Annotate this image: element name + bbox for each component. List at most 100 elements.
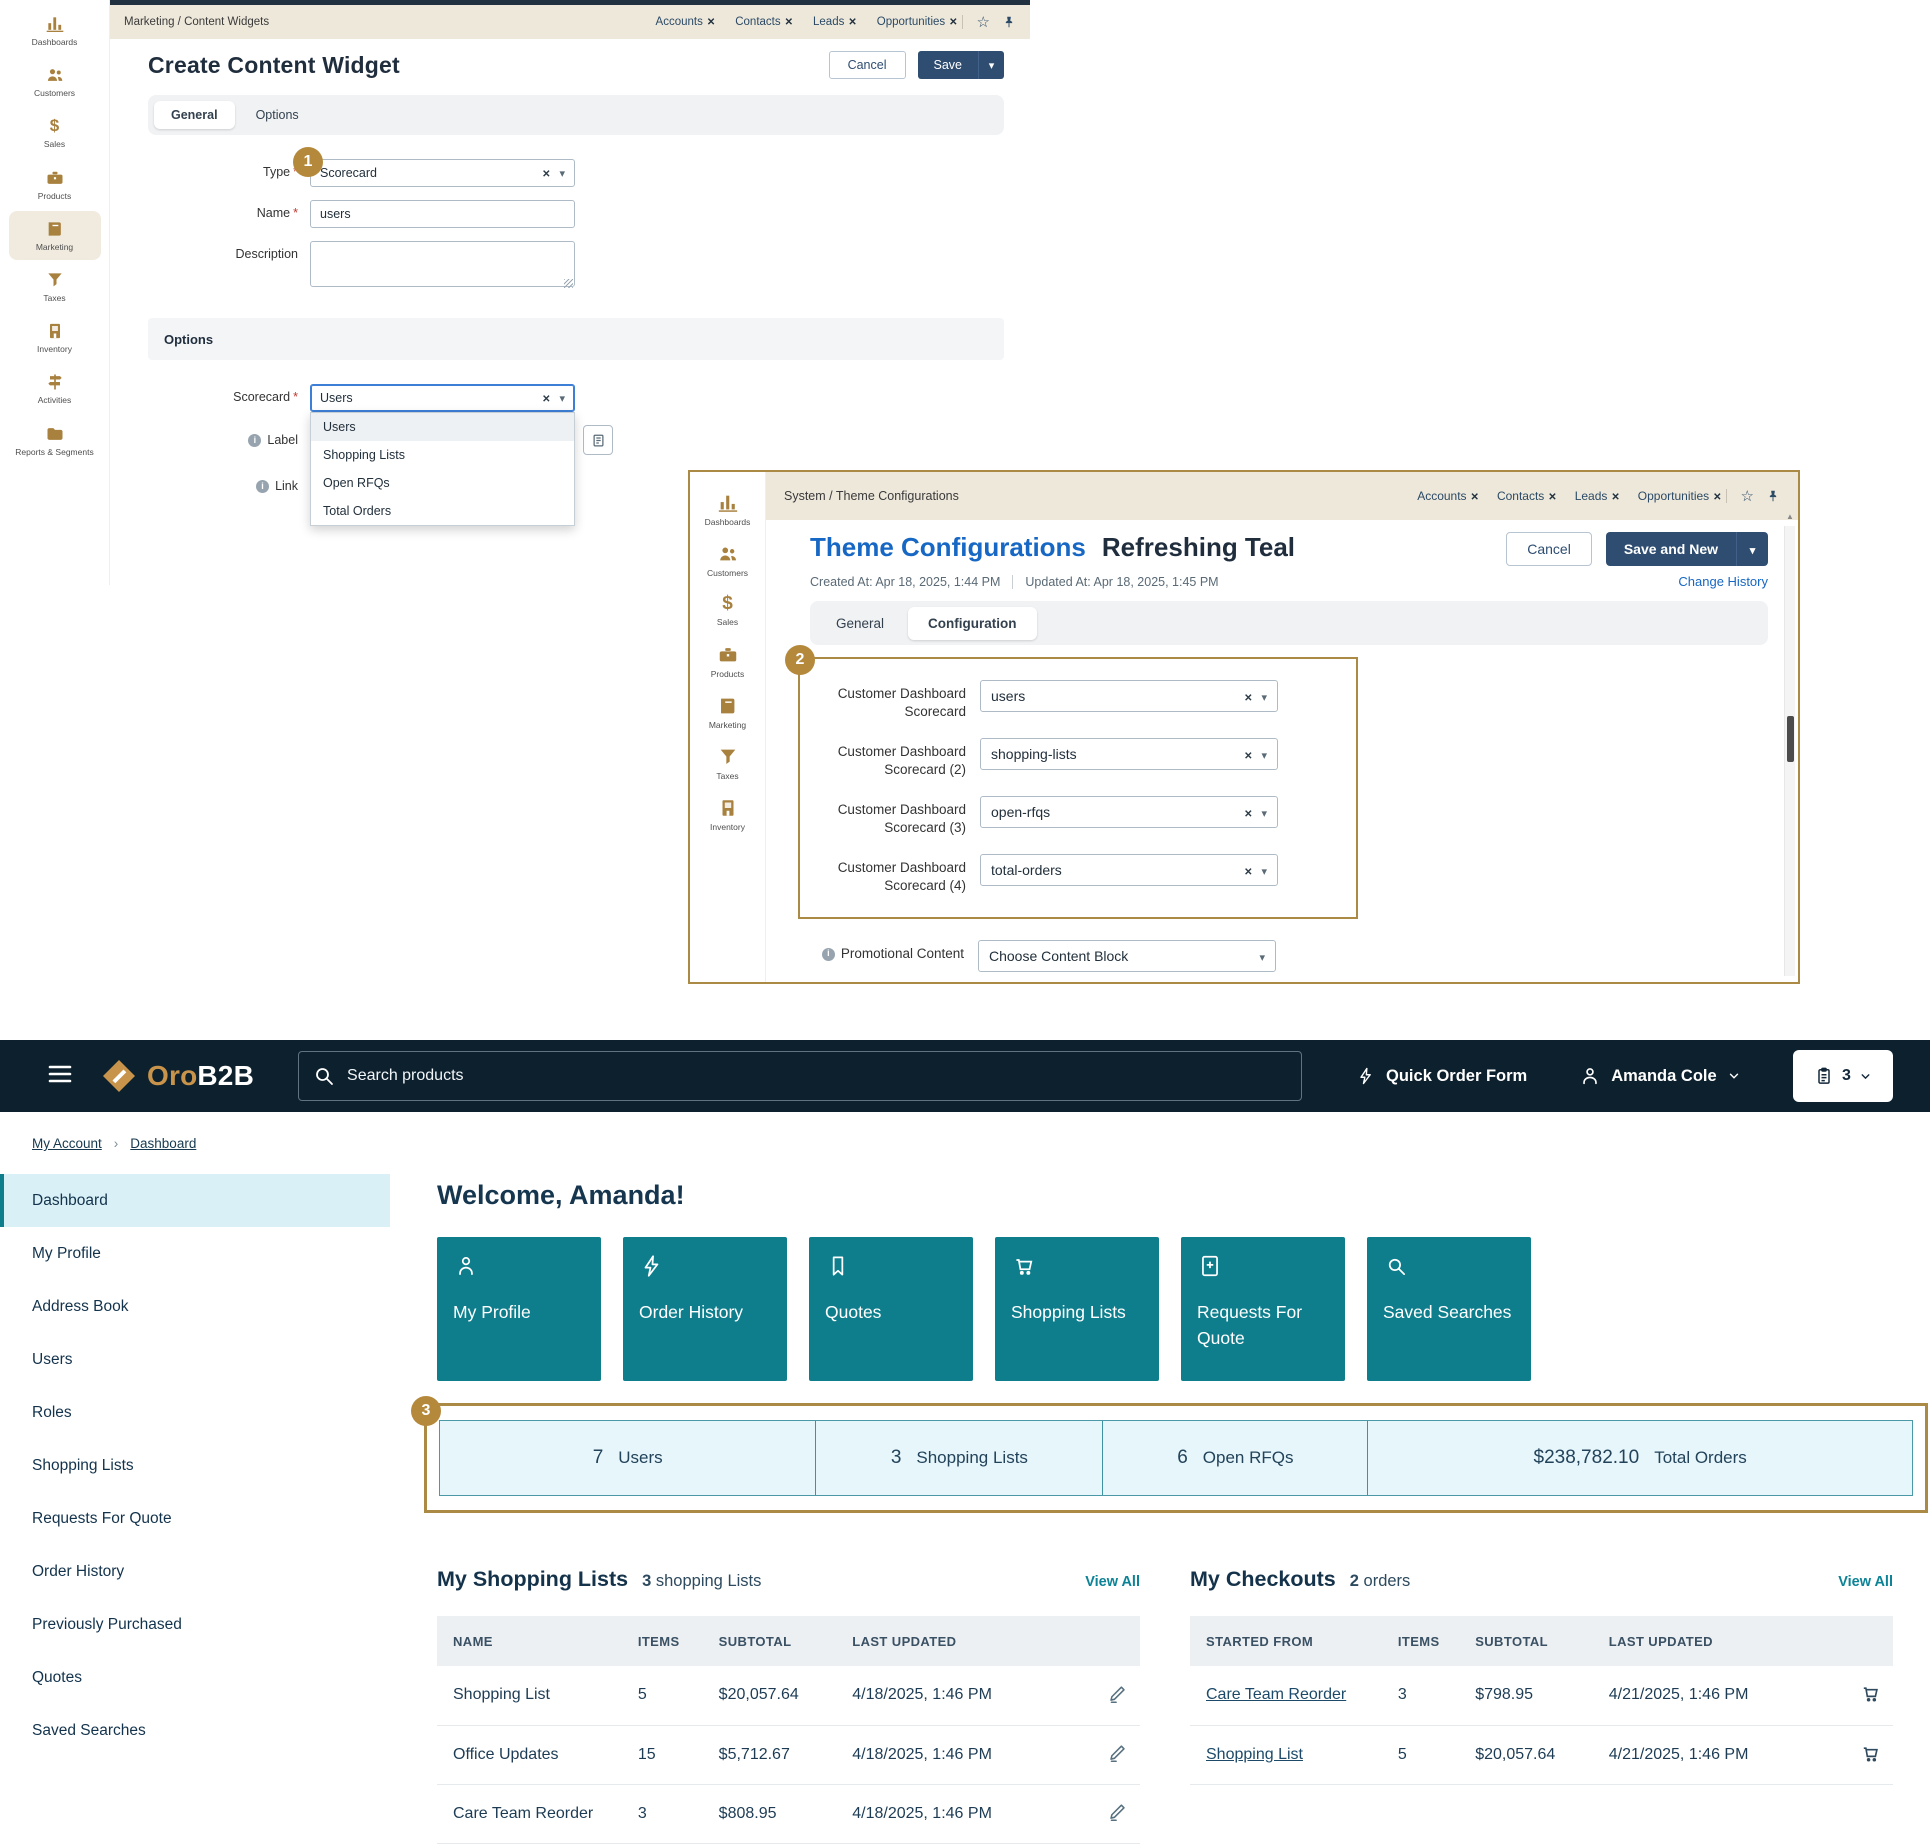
- sidebar-item-quotes[interactable]: Quotes: [0, 1651, 390, 1704]
- sidebar-item-dashboards[interactable]: Dashboards: [693, 488, 763, 531]
- close-icon[interactable]: [785, 16, 793, 28]
- pin-icon[interactable]: [1002, 15, 1016, 29]
- translations-button[interactable]: [583, 425, 613, 455]
- cancel-button[interactable]: Cancel: [1506, 532, 1592, 566]
- sidebar-item-taxes[interactable]: Taxes: [9, 262, 101, 311]
- name-input[interactable]: [310, 200, 575, 228]
- scorecard-2-select[interactable]: shopping-lists: [980, 738, 1278, 770]
- pinbar-item-opportunities[interactable]: Opportunities: [877, 16, 958, 28]
- description-textarea[interactable]: [310, 241, 575, 287]
- pin-icon[interactable]: [1766, 489, 1780, 503]
- dropdown-option-total-orders[interactable]: Total Orders: [311, 497, 574, 525]
- sidebar-item-dashboard[interactable]: Dashboard: [0, 1174, 390, 1227]
- pinbar-item-leads[interactable]: Leads: [813, 16, 857, 28]
- clear-icon[interactable]: [1244, 688, 1252, 704]
- tab-general[interactable]: General: [154, 101, 235, 129]
- clear-icon[interactable]: [542, 391, 550, 405]
- sidebar-item-marketing[interactable]: Marketing: [9, 211, 101, 260]
- sidebar-item-shopping-lists[interactable]: Shopping Lists: [0, 1439, 390, 1492]
- open-checkout-button[interactable]: [1857, 1740, 1884, 1770]
- checkout-link[interactable]: Care Team Reorder: [1206, 1686, 1346, 1703]
- change-history-link[interactable]: Change History: [1678, 574, 1768, 589]
- scroll-up-icon[interactable]: [1786, 512, 1794, 521]
- favorite-star-icon[interactable]: [1741, 487, 1754, 506]
- sidebar-item-customers[interactable]: Customers: [693, 539, 763, 582]
- close-icon[interactable]: [1548, 489, 1556, 503]
- clear-icon[interactable]: [1244, 862, 1252, 878]
- save-dropdown-button[interactable]: [978, 51, 1004, 79]
- sidebar-item-marketing[interactable]: Marketing: [693, 691, 763, 734]
- promotional-content-select[interactable]: Choose Content Block: [978, 940, 1276, 972]
- tab-general[interactable]: General: [816, 607, 904, 640]
- pinbar-item-leads[interactable]: Leads: [1575, 489, 1620, 503]
- breadcrumb-dashboard[interactable]: Dashboard: [130, 1136, 196, 1151]
- search-input[interactable]: [298, 1051, 1302, 1101]
- tile-my-profile[interactable]: My Profile: [437, 1237, 601, 1381]
- type-select[interactable]: Scorecard: [310, 159, 575, 187]
- close-icon[interactable]: [1611, 489, 1619, 503]
- sidebar-item-inventory[interactable]: Inventory: [9, 313, 101, 362]
- tile-quotes[interactable]: Quotes: [809, 1237, 973, 1381]
- sidebar-item-users[interactable]: Users: [0, 1333, 390, 1386]
- sidebar-item-requests-for-quote[interactable]: Requests For Quote: [0, 1492, 390, 1545]
- tile-order-history[interactable]: Order History: [623, 1237, 787, 1381]
- scorecard-1-select[interactable]: users: [980, 680, 1278, 712]
- clear-icon[interactable]: [1244, 804, 1252, 820]
- tile-requests-for-quote[interactable]: Requests For Quote: [1181, 1237, 1345, 1381]
- sidebar-item-my-profile[interactable]: My Profile: [0, 1227, 390, 1280]
- dropdown-option-open-rfqs[interactable]: Open RFQs: [311, 469, 574, 497]
- quick-order-form-link[interactable]: Quick Order Form: [1356, 1066, 1527, 1086]
- pinbar-item-accounts[interactable]: Accounts: [656, 16, 716, 28]
- sidebar-item-previously-purchased[interactable]: Previously Purchased: [0, 1598, 390, 1651]
- tab-configuration[interactable]: Configuration: [908, 607, 1036, 640]
- save-button[interactable]: Save: [918, 51, 979, 79]
- sidebar-item-inventory[interactable]: Inventory: [693, 793, 763, 836]
- sidebar-item-reports-segments[interactable]: Reports & Segments: [9, 416, 101, 465]
- sidebar-item-saved-searches[interactable]: Saved Searches: [0, 1704, 390, 1757]
- sidebar-item-order-history[interactable]: Order History: [0, 1545, 390, 1598]
- resize-handle[interactable]: [564, 279, 573, 288]
- pinbar-item-opportunities[interactable]: Opportunities: [1638, 489, 1722, 503]
- scrollbar[interactable]: [1784, 526, 1795, 976]
- user-menu[interactable]: Amanda Cole: [1579, 1065, 1740, 1087]
- tile-shopping-lists[interactable]: Shopping Lists: [995, 1237, 1159, 1381]
- clear-icon[interactable]: [542, 166, 550, 180]
- pinbar-item-contacts[interactable]: Contacts: [735, 16, 793, 28]
- cancel-button[interactable]: Cancel: [829, 51, 906, 79]
- close-icon[interactable]: [949, 16, 957, 28]
- scrollbar-thumb[interactable]: [1787, 716, 1794, 762]
- save-dropdown-button[interactable]: [1736, 532, 1768, 566]
- tile-saved-searches[interactable]: Saved Searches: [1367, 1237, 1531, 1381]
- edit-shopping-list-button[interactable]: [1104, 1740, 1130, 1769]
- dropdown-option-shopping-lists[interactable]: Shopping Lists: [311, 441, 574, 469]
- pinbar-item-accounts[interactable]: Accounts: [1417, 489, 1479, 503]
- view-all-link[interactable]: View All: [1838, 1574, 1893, 1590]
- checkout-link[interactable]: Shopping List: [1206, 1746, 1303, 1763]
- edit-shopping-list-button[interactable]: [1104, 1681, 1130, 1710]
- save-and-new-button[interactable]: Save and New: [1606, 532, 1736, 566]
- favorite-star-icon[interactable]: [977, 13, 990, 32]
- sidebar-item-products[interactable]: Products: [693, 640, 763, 683]
- open-checkout-button[interactable]: [1857, 1680, 1884, 1710]
- sidebar-item-sales[interactable]: $ Sales: [9, 108, 101, 157]
- scorecard-3-select[interactable]: open-rfqs: [980, 796, 1278, 828]
- close-icon[interactable]: [1471, 489, 1479, 503]
- view-all-link[interactable]: View All: [1085, 1574, 1140, 1590]
- pinbar-item-contacts[interactable]: Contacts: [1497, 489, 1557, 503]
- close-icon[interactable]: [848, 16, 856, 28]
- search-icon[interactable]: [312, 1064, 336, 1093]
- menu-hamburger-icon[interactable]: [47, 1063, 73, 1090]
- sidebar-item-products[interactable]: Products: [9, 160, 101, 209]
- sidebar-item-sales[interactable]: $ Sales: [693, 590, 763, 631]
- sidebar-item-activities[interactable]: Activities: [9, 364, 101, 413]
- dropdown-option-users[interactable]: Users: [311, 413, 574, 441]
- scorecard-4-select[interactable]: total-orders: [980, 854, 1278, 886]
- shopping-list-widget-button[interactable]: 3: [1793, 1050, 1893, 1102]
- breadcrumb-my-account[interactable]: My Account: [32, 1136, 102, 1151]
- sidebar-item-roles[interactable]: Roles: [0, 1386, 390, 1439]
- clear-icon[interactable]: [1244, 746, 1252, 762]
- sidebar-item-customers[interactable]: Customers: [9, 57, 101, 106]
- theme-configurations-link[interactable]: Theme Configurations: [810, 532, 1086, 562]
- edit-shopping-list-button[interactable]: [1104, 1799, 1130, 1828]
- close-icon[interactable]: [707, 16, 715, 28]
